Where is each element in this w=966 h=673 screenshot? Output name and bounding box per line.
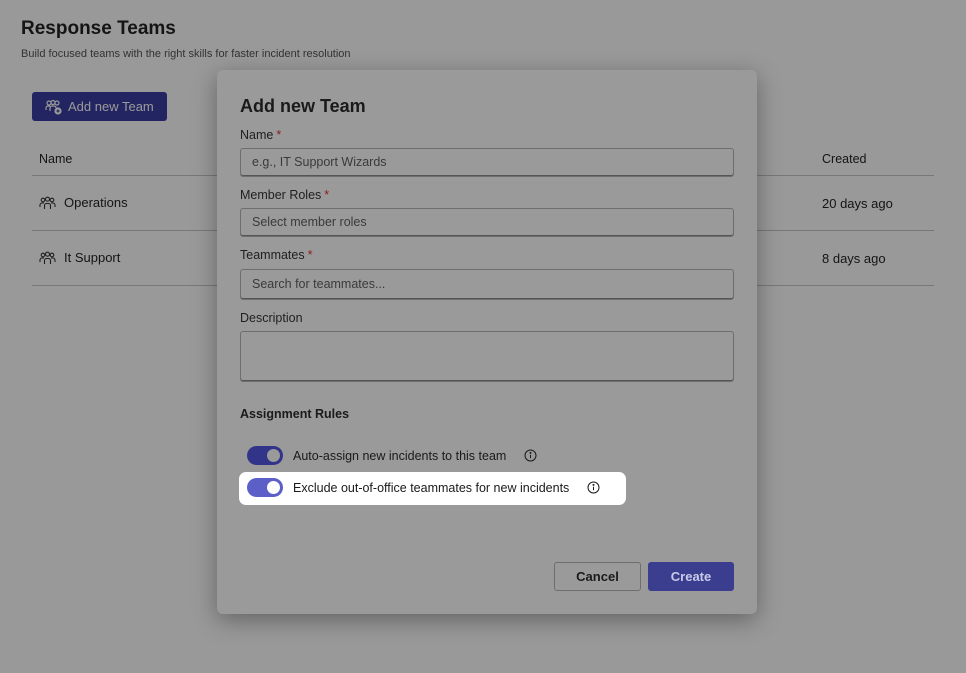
dialog-title: Add new Team (240, 96, 366, 116)
required-mark: * (276, 128, 282, 142)
exclude-ooo-row: Exclude out-of-office teammates for new … (247, 478, 600, 497)
auto-assign-row: Auto-assign new incidents to this team (247, 446, 537, 465)
required-mark: * (307, 248, 313, 262)
teammates-search-input[interactable]: Search for teammates... (240, 269, 734, 300)
member-roles-label: Member Roles * (240, 188, 330, 202)
auto-assign-toggle[interactable] (247, 446, 283, 465)
toggle-knob (267, 449, 280, 462)
required-mark: * (324, 188, 330, 202)
add-team-dialog: Add new Team Name * e.g., IT Support Wiza… (217, 70, 757, 614)
member-roles-select[interactable]: Select member roles (240, 208, 734, 237)
description-label: Description (240, 311, 303, 325)
exclude-ooo-label: Exclude out-of-office teammates for new … (293, 480, 570, 495)
info-icon[interactable] (524, 449, 537, 462)
description-textarea[interactable] (240, 331, 734, 382)
exclude-ooo-toggle[interactable] (247, 478, 283, 497)
create-button[interactable]: Create (648, 562, 734, 591)
name-label: Name * (240, 128, 282, 142)
assignment-rules-heading: Assignment Rules (240, 407, 350, 421)
toggle-knob (267, 481, 280, 494)
cancel-button[interactable]: Cancel (554, 562, 641, 591)
name-input[interactable]: e.g., IT Support Wizards (240, 148, 734, 177)
info-icon[interactable] (587, 481, 600, 494)
auto-assign-label: Auto-assign new incidents to this team (293, 448, 507, 463)
teammates-label: Teammates * (240, 248, 313, 262)
